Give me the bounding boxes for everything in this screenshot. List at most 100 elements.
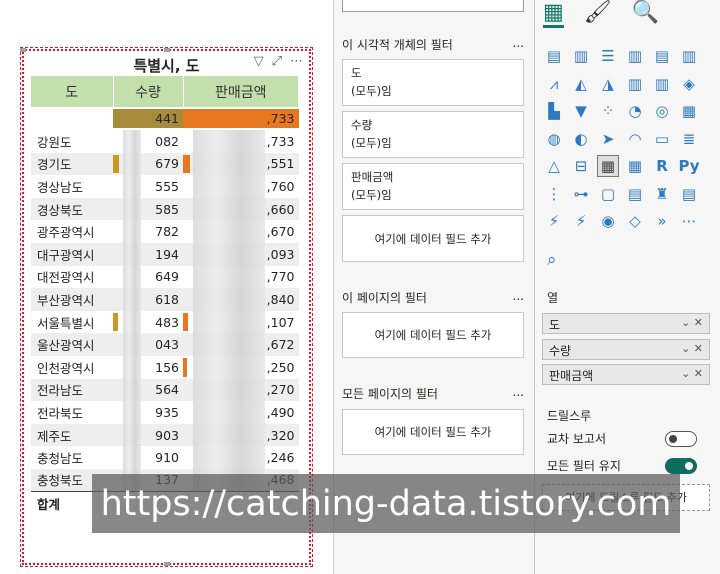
row-name: 전라남도 — [31, 378, 113, 402]
more-options-icon[interactable]: ... — [513, 385, 524, 402]
table-row[interactable]: 제주도 903 ,320 — [31, 423, 299, 447]
line-clustered-column-icon[interactable]: ▥ — [624, 73, 646, 95]
table-row[interactable]: 강원도 082 ,733 — [31, 130, 299, 153]
more-options-icon[interactable]: ... — [513, 36, 524, 53]
more-options-icon[interactable]: ... — [513, 289, 524, 306]
more-visuals-icon[interactable]: ⋯ — [678, 210, 700, 232]
table-row[interactable]: 충청남도 910 ,246 — [31, 446, 299, 469]
row-name: 충청남도 — [37, 451, 84, 467]
area-chart-icon[interactable]: ◭ — [570, 73, 592, 95]
r-visual-icon[interactable]: R — [651, 155, 673, 177]
table-row[interactable]: 광주광역시 782 ,670 — [31, 220, 299, 243]
table-row-blank[interactable]: 441 ,733 — [31, 107, 299, 130]
100-bar-chart-icon[interactable]: ▤ — [651, 45, 673, 67]
card-icon[interactable]: ▭ — [651, 128, 673, 150]
quantity-cell: 903 — [113, 423, 184, 447]
add-visual-filter-dropzone[interactable]: 여기에 데이터 필드 추가 — [342, 215, 524, 262]
azure-map-icon[interactable]: ➤ — [597, 128, 619, 150]
funnel-icon[interactable]: ▼ — [570, 100, 592, 122]
focus-mode-icon[interactable]: ⤢ — [272, 54, 282, 69]
table-row[interactable]: 경상남도 555 ,760 — [31, 175, 299, 198]
gauge-icon[interactable]: ◠ — [624, 128, 646, 150]
filter-search-input[interactable] — [342, 0, 524, 12]
decomposition-tree-icon[interactable]: ⊶ — [570, 183, 592, 205]
stacked-area-chart-icon[interactable]: ◮ — [597, 73, 619, 95]
donut-chart-icon[interactable]: ◎ — [651, 100, 673, 122]
filter-card-sales[interactable]: 판매금액 (모두)임 — [342, 163, 524, 210]
resize-handle[interactable] — [20, 48, 26, 52]
filter-card-quantity[interactable]: 수량 (모두)임 — [342, 111, 524, 158]
arcgis-icon[interactable]: ◉ — [597, 210, 619, 232]
goals-icon[interactable]: ♜ — [651, 183, 673, 205]
pie-chart-icon[interactable]: ◔ — [624, 100, 646, 122]
table-row[interactable]: 전라남도 564 ,270 — [31, 378, 299, 402]
filled-map-icon[interactable]: ◐ — [570, 128, 592, 150]
column-header-sales[interactable]: 판매금액 — [183, 76, 300, 107]
add-all-pages-filter-dropzone[interactable]: 여기에 데이터 필드 추가 — [342, 409, 524, 455]
clustered-column-chart-icon[interactable]: ▥ — [624, 45, 646, 67]
table-row[interactable]: 전라북도 935 ,490 — [31, 401, 299, 424]
resize-handle[interactable] — [164, 48, 170, 52]
field-well-province[interactable]: 도 ⌄ ✕ — [542, 313, 710, 334]
qna-icon[interactable]: ▢ — [597, 183, 619, 205]
table-row[interactable]: 경기도 679 ,551 — [31, 152, 299, 176]
table-row[interactable]: 대전광역시 649 ,770 — [31, 265, 299, 289]
scatter-chart-icon[interactable]: ⁘ — [597, 100, 619, 122]
column-header-quantity[interactable]: 수량 — [113, 76, 184, 107]
table-row[interactable]: 서울특별시 483 ,107 — [31, 310, 299, 334]
quantity-value: 156 — [155, 359, 180, 375]
field-well-quantity[interactable]: 수량 ⌄ ✕ — [542, 339, 710, 360]
line-stacked-column-icon[interactable]: ▥ — [651, 73, 673, 95]
analytics-icon[interactable]: 🔍 — [632, 0, 659, 28]
slicer-icon[interactable]: ⊟ — [570, 155, 592, 177]
kpi-icon[interactable]: △ — [543, 155, 565, 177]
chevron-down-close-icon[interactable]: ⌄ ✕ — [681, 367, 703, 382]
key-influencers-icon[interactable]: ⋮ — [543, 183, 565, 205]
100-column-chart-icon[interactable]: ▥ — [678, 45, 700, 67]
multi-row-card-icon[interactable]: ≣ — [678, 128, 700, 150]
line-chart-icon[interactable]: ⩘ — [543, 73, 565, 95]
search-icon[interactable]: ⌕ — [547, 250, 557, 270]
keep-filters-toggle[interactable] — [665, 457, 697, 474]
drillthrough-label: 드릴스루 — [547, 409, 592, 423]
power-apps-icon[interactable]: ⚡ — [543, 210, 565, 232]
chevron-visual-icon[interactable]: » — [651, 210, 673, 232]
python-visual-icon[interactable]: Py — [678, 155, 700, 177]
clustered-bar-chart-icon[interactable]: ☰ — [597, 45, 619, 67]
filter-state: (모두)임 — [351, 188, 392, 202]
stacked-column-chart-icon[interactable]: ▥ — [570, 45, 592, 67]
smart-narrative-icon[interactable]: ▤ — [624, 183, 646, 205]
build-visual-icon[interactable]: ▦ — [543, 0, 564, 28]
chevron-down-close-icon[interactable]: ⌄ ✕ — [681, 342, 703, 357]
more-options-icon[interactable]: ⋯ — [290, 54, 303, 69]
stacked-bar-chart-icon[interactable]: ▤ — [543, 45, 565, 67]
table-row[interactable]: 인천광역시 156 ,250 — [31, 355, 299, 379]
filter-card-province[interactable]: 도 (모두)임 — [342, 59, 524, 106]
matrix-icon[interactable]: ▦ — [624, 155, 646, 177]
add-page-filter-dropzone[interactable]: 여기에 데이터 필드 추가 — [342, 312, 524, 358]
chevron-down-close-icon[interactable]: ⌄ ✕ — [681, 316, 703, 331]
ribbon-chart-icon[interactable]: ◈ — [678, 73, 700, 95]
table-row[interactable]: 부산광역시 618 ,840 — [31, 288, 299, 311]
waterfall-chart-icon[interactable]: ▙ — [543, 100, 565, 122]
sales-value: ,107 — [266, 314, 295, 330]
table-row[interactable]: 울산광역시 043 ,672 — [31, 333, 299, 356]
treemap-icon[interactable]: ▦ — [678, 100, 700, 122]
table-row[interactable]: 대구광역시 194 ,093 — [31, 242, 299, 266]
power-automate-icon[interactable]: ⚡ — [570, 210, 592, 232]
cross-report-toggle[interactable] — [665, 430, 697, 447]
table-row[interactable]: 경상북도 585 ,660 — [31, 197, 299, 221]
format-visual-icon[interactable]: 🖌 — [584, 0, 612, 28]
quantity-value: 555 — [155, 178, 180, 194]
visual-type-gallery: ▤ ▥ ☰ ▥ ▤ ▥ ⩘ ◭ ◮ ▥ ▥ ◈ ▙ ▼ ⁘ ◔ ◎ ▦ ◍ ◐ … — [543, 45, 705, 238]
field-well-sales[interactable]: 판매금액 ⌄ ✕ — [542, 364, 710, 385]
sales-cell: ,551 — [183, 152, 299, 176]
map-icon[interactable]: ◍ — [543, 128, 565, 150]
paginated-report-icon[interactable]: ▤ — [678, 183, 700, 205]
filter-icon[interactable]: ▽ — [254, 54, 264, 69]
column-header-province[interactable]: 도 — [31, 76, 114, 107]
table-icon[interactable]: ▦ — [597, 155, 619, 177]
all-pages-filters-header: 모든 페이지의 필터 ... — [342, 385, 524, 402]
diamond-visual-icon[interactable]: ◇ — [624, 210, 646, 232]
resize-handle[interactable] — [164, 562, 170, 566]
